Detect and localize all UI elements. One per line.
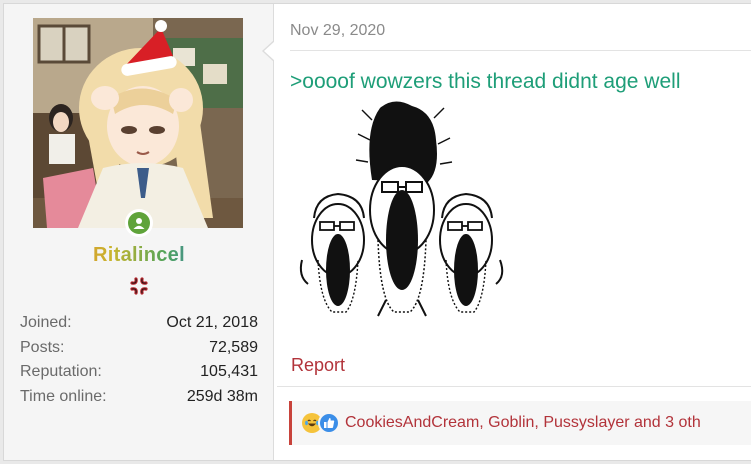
reactions-divider bbox=[277, 386, 751, 387]
anger-symbol-icon bbox=[128, 275, 150, 297]
stat-value: 259d 38m bbox=[186, 387, 258, 405]
stat-value: Oct 21, 2018 bbox=[166, 314, 258, 331]
reaction-icons bbox=[302, 412, 340, 434]
stat-row-time-online: Time online: 259d 38m bbox=[20, 386, 258, 411]
header-divider bbox=[290, 50, 751, 51]
message-arrow-inner bbox=[264, 41, 275, 61]
user-info-panel: Ritalincel Joined: Oct 21, 2018 Posts: 7… bbox=[4, 4, 274, 460]
post-date[interactable]: Nov 29, 2020 bbox=[290, 22, 385, 40]
stat-label: Joined: bbox=[20, 314, 72, 331]
reactions-bar[interactable]: CookiesAndCream, Goblin, Pussyslayer and… bbox=[289, 401, 751, 445]
report-link[interactable]: Report bbox=[291, 355, 345, 376]
online-user-icon bbox=[128, 212, 150, 234]
stat-row-posts: Posts: 72,589 bbox=[20, 337, 258, 362]
online-status-badge bbox=[125, 209, 153, 237]
stat-row-joined: Joined: Oct 21, 2018 bbox=[20, 312, 258, 337]
user-avatar[interactable] bbox=[33, 18, 243, 228]
stat-label: Time online: bbox=[20, 387, 107, 405]
stat-label: Reputation: bbox=[20, 363, 102, 380]
username[interactable]: Ritalincel bbox=[4, 244, 274, 267]
stat-row-reputation: Reputation: 105,431 bbox=[20, 361, 258, 386]
reactions-users-link[interactable]: CookiesAndCream, Goblin, Pussyslayer and… bbox=[345, 414, 701, 432]
user-stats: Joined: Oct 21, 2018 Posts: 72,589 Reput… bbox=[20, 312, 258, 410]
thumbs-up-icon bbox=[318, 412, 340, 434]
post-container: Ritalincel Joined: Oct 21, 2018 Posts: 7… bbox=[3, 3, 751, 461]
stat-value: 105,431 bbox=[200, 363, 258, 380]
post-message-greentext: >oooof wowzers this thread didnt age wel… bbox=[290, 70, 681, 93]
stat-label: Posts: bbox=[20, 338, 65, 356]
stat-value: 72,589 bbox=[209, 338, 258, 356]
soyjak-meme-image[interactable] bbox=[294, 100, 510, 324]
